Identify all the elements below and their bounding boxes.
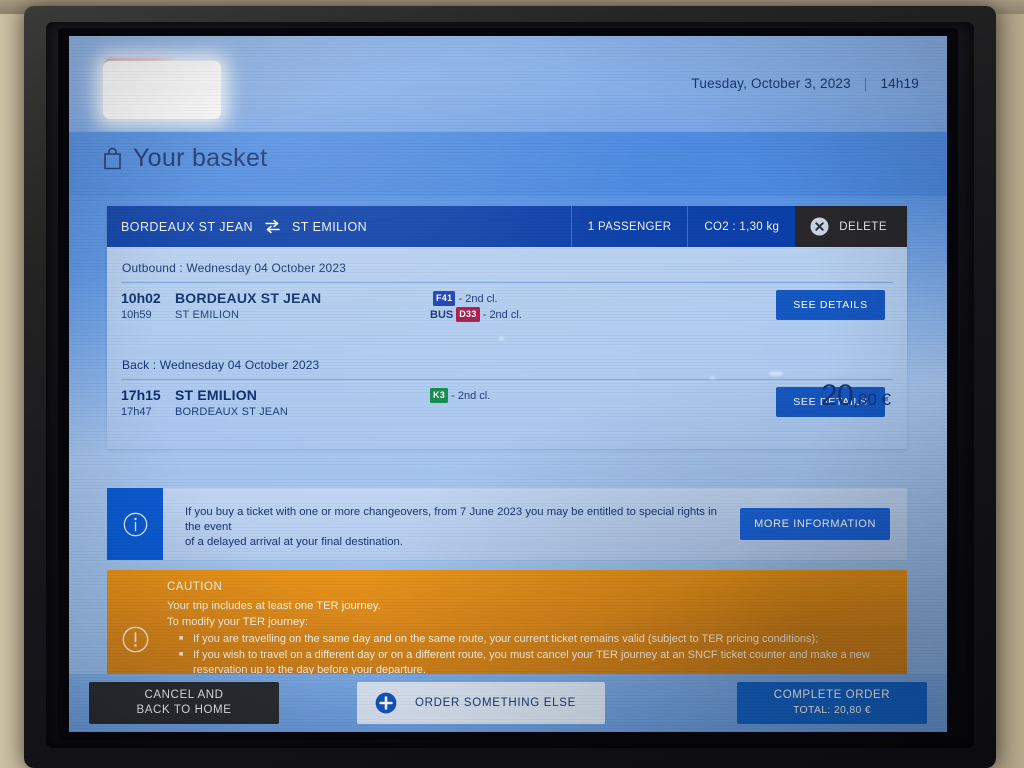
delete-trip-button[interactable]: DELETE [795,206,907,247]
basket-card: BORDEAUX ST JEAN ST EMILION 1 PASSENGER … [107,206,907,449]
swap-arrows-icon [265,219,280,234]
departure-time: 17h15 [121,387,161,403]
service-line: F41 - 2nd cl. [430,291,768,307]
service-line: K3 - 2nd cl. [430,388,768,404]
leg-row-outbound: 10h02 10h59 BORDEAUX ST JEAN ST EMILION … [121,290,893,336]
order-something-else-button[interactable]: ORDER SOMETHING ELSE [357,682,605,724]
see-details-button-outbound[interactable]: SEE DETAILS [776,290,885,320]
arrival-station: ST EMILION [175,309,240,321]
arrival-station: BORDEAUX ST JEAN [175,406,289,418]
leg-divider [121,379,893,380]
leg-services-return: K3 - 2nd cl. [430,387,768,404]
leg-times-return: 17h15 17h47 [121,387,175,420]
leg-divider [121,282,893,283]
leg-return: Back : Wednesday 04 October 2023 17h15 1… [121,354,893,433]
basket-icon [104,147,121,170]
page-title: Your basket [103,144,267,173]
info-banner-text: If you buy a ticket with one or more cha… [163,488,740,560]
trip-route: BORDEAUX ST JEAN ST EMILION [107,206,571,247]
sncf-logo [103,61,221,119]
header-date: Tuesday, October 3, 2023 [691,76,851,91]
cancel-and-back-home-button[interactable]: CANCEL AND BACK TO HOME [89,682,279,724]
leg-row-return: 17h15 17h47 ST EMILION BORDEAUX ST JEAN … [121,387,893,433]
info-banner: If you buy a ticket with one or more cha… [107,488,907,560]
departure-station: BORDEAUX ST JEAN [175,290,322,306]
cancel-button-line2: BACK TO HOME [136,704,232,716]
trip-origin: BORDEAUX ST JEAN [121,219,253,234]
leg-services-outbound: F41 - 2nd cl. BUS D33 - 2nd cl. [430,290,768,323]
leg-outbound: Outbound : Wednesday 04 October 2023 10h… [121,257,893,336]
leg-date-outbound: Outbound : Wednesday 04 October 2023 [122,261,346,275]
service-line: BUS D33 - 2nd cl. [430,307,768,323]
trip-header: BORDEAUX ST JEAN ST EMILION 1 PASSENGER … [107,206,907,247]
bottom-action-bar: CANCEL AND BACK TO HOME ORDER SOMETHING … [69,674,947,732]
leg-times-outbound: 10h02 10h59 [121,290,175,323]
warning-circle-icon [122,626,148,652]
page-title-text: Your basket [133,144,268,172]
arrival-time: 17h47 [121,406,152,418]
caution-line-2: To modify your TER journey: [167,616,308,628]
header-date-separator: | [863,76,868,91]
complete-order-button[interactable]: COMPLETE ORDER TOTAL: 20,80 € [737,682,927,724]
departure-time: 10h02 [121,290,161,306]
leg-date-return: Back : Wednesday 04 October 2023 [122,358,320,372]
arrival-time: 10h59 [121,309,152,321]
delete-trip-label: DELETE [839,220,887,233]
order-something-else-label: ORDER SOMETHING ELSE [415,697,576,709]
header-datetime: Tuesday, October 3, 2023 | 14h19 [691,76,919,91]
top-header-bar: Tuesday, October 3, 2023 | 14h19 [69,36,947,132]
caution-title: CAUTION [167,581,223,593]
price-minor: ,80 € [853,390,891,409]
service-class: - 2nd cl. [482,309,522,321]
caution-bullet: If you are travelling on the same day an… [167,631,891,647]
more-information-button[interactable]: MORE INFORMATION [740,508,890,540]
service-badge: F41 [433,291,456,306]
cancel-button-line1: CANCEL AND [144,689,224,701]
trip-destination: ST EMILION [292,219,368,234]
caution-line-1: Your trip includes at least one TER jour… [167,600,381,612]
info-icon-box [107,488,163,560]
service-class: - 2nd cl. [458,293,498,305]
close-circle-icon [810,217,829,236]
service-prefix: BUS [430,309,454,321]
leg-stations-outbound: BORDEAUX ST JEAN ST EMILION [175,290,430,323]
complete-order-line1: COMPLETE ORDER [773,689,891,701]
header-time: 14h19 [880,76,919,91]
plus-circle-icon [375,692,397,714]
trip-passengers: 1 PASSENGER [570,206,688,247]
trip-co2: CO2 : 1,30 kg [687,206,795,247]
caution-bullet-list: If you are travelling on the same day an… [167,631,891,678]
service-class: - 2nd cl. [451,390,491,402]
kiosk-screen: Tuesday, October 3, 2023 | 14h19 Your ba… [69,36,947,732]
service-badge: D33 [456,307,480,322]
kiosk-photo: Tuesday, October 3, 2023 | 14h19 Your ba… [0,0,1024,768]
trip-legs: Outbound : Wednesday 04 October 2023 10h… [107,247,907,449]
price-major: 20 [820,379,854,412]
info-banner-line2: of a delayed arrival at your final desti… [185,536,403,548]
leg-actions-outbound: SEE DETAILS [768,290,893,320]
leg-stations-return: ST EMILION BORDEAUX ST JEAN [175,387,430,420]
service-badge: K3 [430,388,449,403]
trip-price: 20,80 € [821,379,891,413]
departure-station: ST EMILION [175,387,258,403]
info-circle-icon [123,512,147,536]
complete-order-total: TOTAL: 20,80 € [793,704,871,716]
info-banner-line1: If you buy a ticket with one or more cha… [185,506,717,533]
